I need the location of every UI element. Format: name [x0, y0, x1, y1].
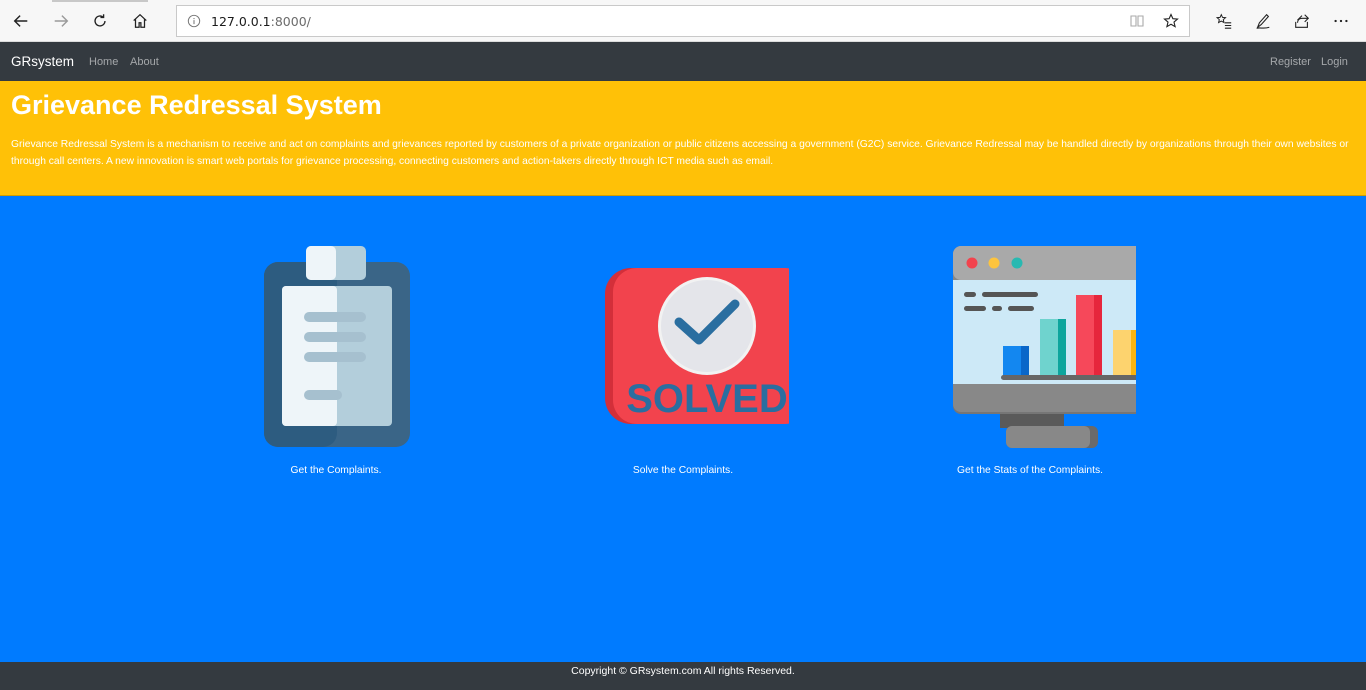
navbar-brand[interactable]: GRsystem [11, 54, 74, 69]
footer-copyright: Copyright © GRsystem.com All rights Rese… [571, 665, 795, 677]
nav-link-login[interactable]: Login [1321, 56, 1348, 68]
address-bar[interactable]: 127.0.0.1:8000/ [176, 5, 1190, 37]
nav-link-home[interactable]: Home [89, 56, 118, 68]
solved-icon: SOLVED [605, 268, 789, 424]
home-button[interactable] [125, 6, 155, 36]
solved-badge-text: SOLVED [626, 377, 788, 421]
footer: Copyright © GRsystem.com All rights Rese… [0, 662, 1366, 690]
home-icon [133, 13, 147, 28]
back-button[interactable] [6, 6, 36, 36]
page-description: Grievance Redressal System is a mechanis… [11, 139, 1349, 167]
browser-toolbar: 127.0.0.1:8000/ [0, 0, 1366, 42]
more-menu-icon[interactable] [1321, 6, 1360, 36]
clipboard-icon [264, 246, 410, 447]
feature-solve-complaints: SOLVED Solve the Complaints. [553, 240, 813, 476]
feature-label: Get the Complaints. [290, 465, 382, 476]
url-port-path: :8000/ [270, 13, 311, 29]
feature-stats: Get the Stats of the Complaints. [900, 240, 1160, 476]
forward-arrow-icon [54, 15, 69, 27]
jumbotron: Grievance Redressal System Grievance Red… [0, 81, 1366, 196]
favorite-star-icon[interactable] [1161, 11, 1181, 31]
share-icon[interactable] [1282, 6, 1321, 36]
refresh-button[interactable] [85, 6, 115, 36]
navbar: GRsystem Home About Register Login [0, 42, 1366, 81]
pen-notes-icon[interactable] [1243, 6, 1282, 36]
feature-get-complaints: Get the Complaints. [206, 240, 466, 476]
stats-monitor-icon [953, 246, 1136, 448]
favorites-list-icon[interactable] [1204, 6, 1243, 36]
nav-link-about[interactable]: About [130, 56, 159, 68]
feature-label: Solve the Complaints. [632, 465, 734, 476]
back-arrow-icon [13, 15, 28, 27]
url-host: 127.0.0.1 [211, 13, 271, 29]
reading-view-icon[interactable] [1127, 11, 1147, 31]
page-title: Grievance Redressal System [11, 90, 382, 120]
nav-link-register[interactable]: Register [1270, 56, 1311, 68]
site-info-icon[interactable] [177, 14, 211, 28]
forward-button[interactable] [46, 6, 76, 36]
url-text[interactable]: 127.0.0.1:8000/ [211, 14, 311, 29]
feature-label: Get the Stats of the Complaints. [957, 465, 1103, 476]
refresh-icon [94, 14, 106, 27]
tab-indicator [52, 0, 148, 2]
